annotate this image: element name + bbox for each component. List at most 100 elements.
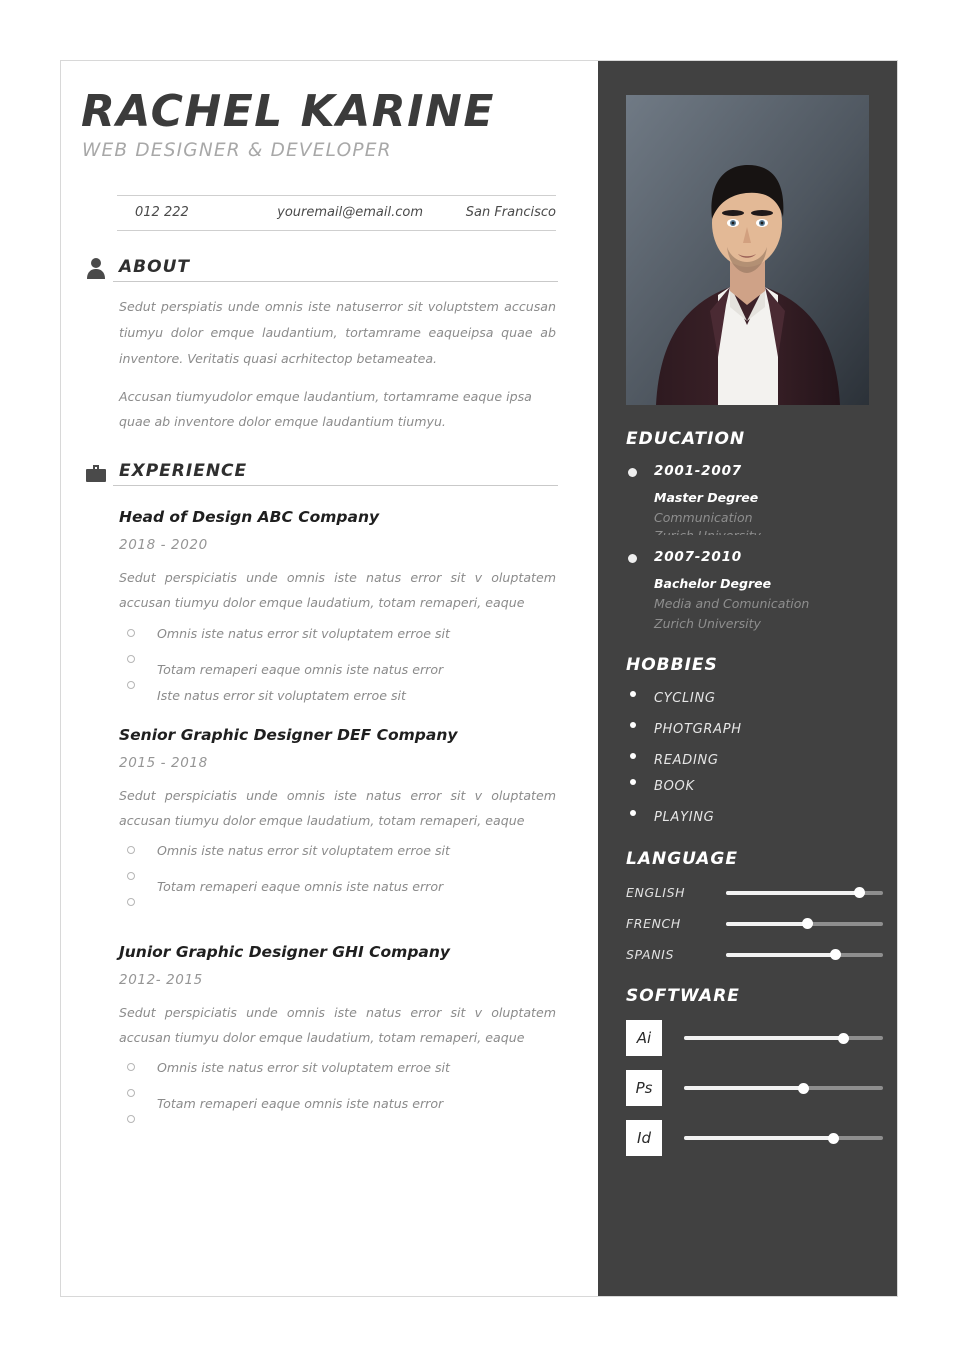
- experience-entry: Senior Graphic Designer DEF Company 2015…: [79, 726, 568, 921]
- software-title: SOFTWARE: [626, 986, 740, 1006]
- software-row: Ps: [626, 1070, 897, 1106]
- hobby-label: CYCLING: [654, 691, 716, 706]
- hobby-item: PHOTGRAPH: [626, 718, 897, 737]
- circle-bullet-icon: [127, 1089, 135, 1098]
- experience-entry: Junior Graphic Designer GHI Company 2012…: [79, 943, 568, 1138]
- professional-subtitle: WEB DESIGNER & DEVELOPER: [82, 140, 392, 162]
- circle-bullet-icon: [127, 654, 135, 663]
- dot-bullet-icon: [630, 810, 636, 816]
- hobby-item: CYCLING: [626, 687, 897, 706]
- slider-fill: [684, 1136, 834, 1140]
- language-label: FRENCH: [626, 916, 681, 931]
- circle-bullet-icon: [127, 628, 135, 637]
- page-title: RACHEL KARINE: [81, 86, 495, 137]
- briefcase-icon: [79, 463, 113, 486]
- language-label: SPANIS: [626, 947, 674, 962]
- left-column: RACHEL KARINE WEB DESIGNER & DEVELOPER 0…: [61, 61, 598, 1296]
- job-role: Junior Graphic Designer GHI Company: [119, 943, 451, 961]
- job-dates: 2018 - 2020: [119, 537, 208, 554]
- circle-bullet-icon: [127, 680, 135, 689]
- dot-bullet-icon: [630, 722, 636, 728]
- experience-title-rule: EXPERIENCE: [113, 461, 558, 487]
- bullet-text: Omnis iste natus error sit voluptatem er…: [157, 843, 450, 858]
- bullet-text: [157, 1112, 556, 1122]
- software-row: Ai: [626, 1020, 897, 1056]
- contact-location: San Francisco: [465, 205, 556, 221]
- software-badge-id: Id: [626, 1120, 662, 1156]
- language-slider[interactable]: [726, 949, 883, 960]
- slider-fill: [726, 921, 808, 926]
- slider-fill: [726, 890, 860, 895]
- language-slider[interactable]: [726, 918, 883, 929]
- about-paragraph: Accusan tiumyudolor emque laudantium, to…: [119, 388, 532, 430]
- bullet-item: Totam remaperi eaque omnis iste natus er…: [119, 652, 556, 678]
- about-title: ABOUT: [119, 257, 190, 278]
- software-row: Id: [626, 1120, 897, 1156]
- bullet-item: Iste natus error sit voluptatem erroe si…: [119, 678, 556, 704]
- bullet-item: Totam remaperi eaque omnis iste natus er…: [119, 869, 556, 895]
- slider-fill: [726, 952, 836, 957]
- slider-knob[interactable]: [853, 887, 865, 898]
- right-sidebar: EDUCATION 2001-2007 Master Degree Commun…: [598, 61, 897, 1296]
- language-row: SPANIS: [626, 947, 897, 962]
- about-section-header: ABOUT: [79, 257, 558, 283]
- circle-bullet-icon: [127, 1063, 135, 1072]
- bullet-item: Omnis iste natus error sit voluptatem er…: [119, 626, 556, 652]
- hobby-label: BOOK: [654, 779, 695, 794]
- dot-bullet-icon: [630, 779, 636, 785]
- job-description: Sedut perspiciatis unde omnis iste natus…: [119, 570, 556, 611]
- bullet-text: Totam remaperi eaque omnis iste natus er…: [157, 661, 444, 677]
- education-entry: 2007-2010 Bachelor Degree Media and Comu…: [626, 549, 897, 631]
- job-bullets: Omnis iste natus error sit voluptatem er…: [119, 1060, 556, 1138]
- hobby-item: PLAYING: [626, 806, 897, 825]
- dot-bullet-icon: [628, 468, 637, 477]
- slider-knob[interactable]: [830, 949, 842, 960]
- software-slider[interactable]: [684, 1082, 883, 1094]
- experience-title: EXPERIENCE: [119, 461, 248, 482]
- bullet-text: Totam remaperi eaque omnis iste natus er…: [157, 1096, 444, 1112]
- software-slider[interactable]: [684, 1032, 883, 1044]
- slider-knob[interactable]: [827, 1132, 839, 1144]
- education-field: Communication: [654, 510, 753, 525]
- education-title: EDUCATION: [626, 429, 746, 449]
- job-bullets: Omnis iste natus error sit voluptatem er…: [119, 843, 556, 921]
- education-degree: Master Degree: [654, 490, 759, 505]
- job-dates: 2012- 2015: [119, 972, 203, 988]
- language-row: ENGLISH: [626, 885, 897, 900]
- circle-bullet-icon: [127, 1115, 135, 1124]
- education-school-clipped: Zurich University: [654, 525, 897, 535]
- job-description: Sedut perspiciatis unde omnis iste natus…: [119, 1005, 556, 1046]
- avatar: [626, 95, 869, 405]
- education-school: Zurich University: [654, 528, 897, 535]
- job-role: Head of Design ABC Company: [119, 508, 380, 527]
- slider-knob[interactable]: [802, 918, 814, 929]
- language-slider[interactable]: [726, 887, 883, 898]
- contact-bar: 012 222 youremail@email.com San Francisc…: [117, 195, 556, 232]
- slider-knob[interactable]: [797, 1082, 809, 1094]
- language-title: LANGUAGE: [626, 849, 738, 869]
- contact-phone: 012 222: [135, 205, 189, 221]
- bullet-item: [119, 1112, 556, 1138]
- education-field: Media and Comunication: [654, 596, 810, 611]
- sidebar-sections: EDUCATION 2001-2007 Master Degree Commun…: [598, 429, 897, 1156]
- hobby-label: PLAYING: [654, 810, 715, 825]
- software-slider[interactable]: [684, 1132, 883, 1144]
- language-label: ENGLISH: [626, 885, 686, 900]
- slider-fill: [684, 1086, 804, 1090]
- education-school: Zurich University: [654, 616, 761, 631]
- slider-fill: [684, 1036, 844, 1040]
- circle-bullet-icon: [127, 872, 135, 880]
- dot-bullet-icon: [628, 554, 637, 563]
- about-body: Sedut perspiatis unde omnis iste natuser…: [79, 294, 568, 435]
- education-years: 2001-2007: [654, 463, 742, 479]
- slider-knob[interactable]: [837, 1032, 849, 1044]
- bullet-text: [157, 895, 556, 905]
- resume-page: RACHEL KARINE WEB DESIGNER & DEVELOPER 0…: [60, 60, 898, 1297]
- person-icon: [79, 257, 113, 282]
- bullet-text: Omnis iste natus error sit voluptatem er…: [157, 625, 450, 641]
- about-title-rule: ABOUT: [113, 257, 558, 283]
- bullet-item: Omnis iste natus error sit voluptatem er…: [119, 1060, 556, 1086]
- about-paragraph: Sedut perspiatis unde omnis iste natuser…: [119, 299, 556, 366]
- software-badge-ps: Ps: [626, 1070, 662, 1106]
- circle-bullet-icon: [127, 846, 135, 854]
